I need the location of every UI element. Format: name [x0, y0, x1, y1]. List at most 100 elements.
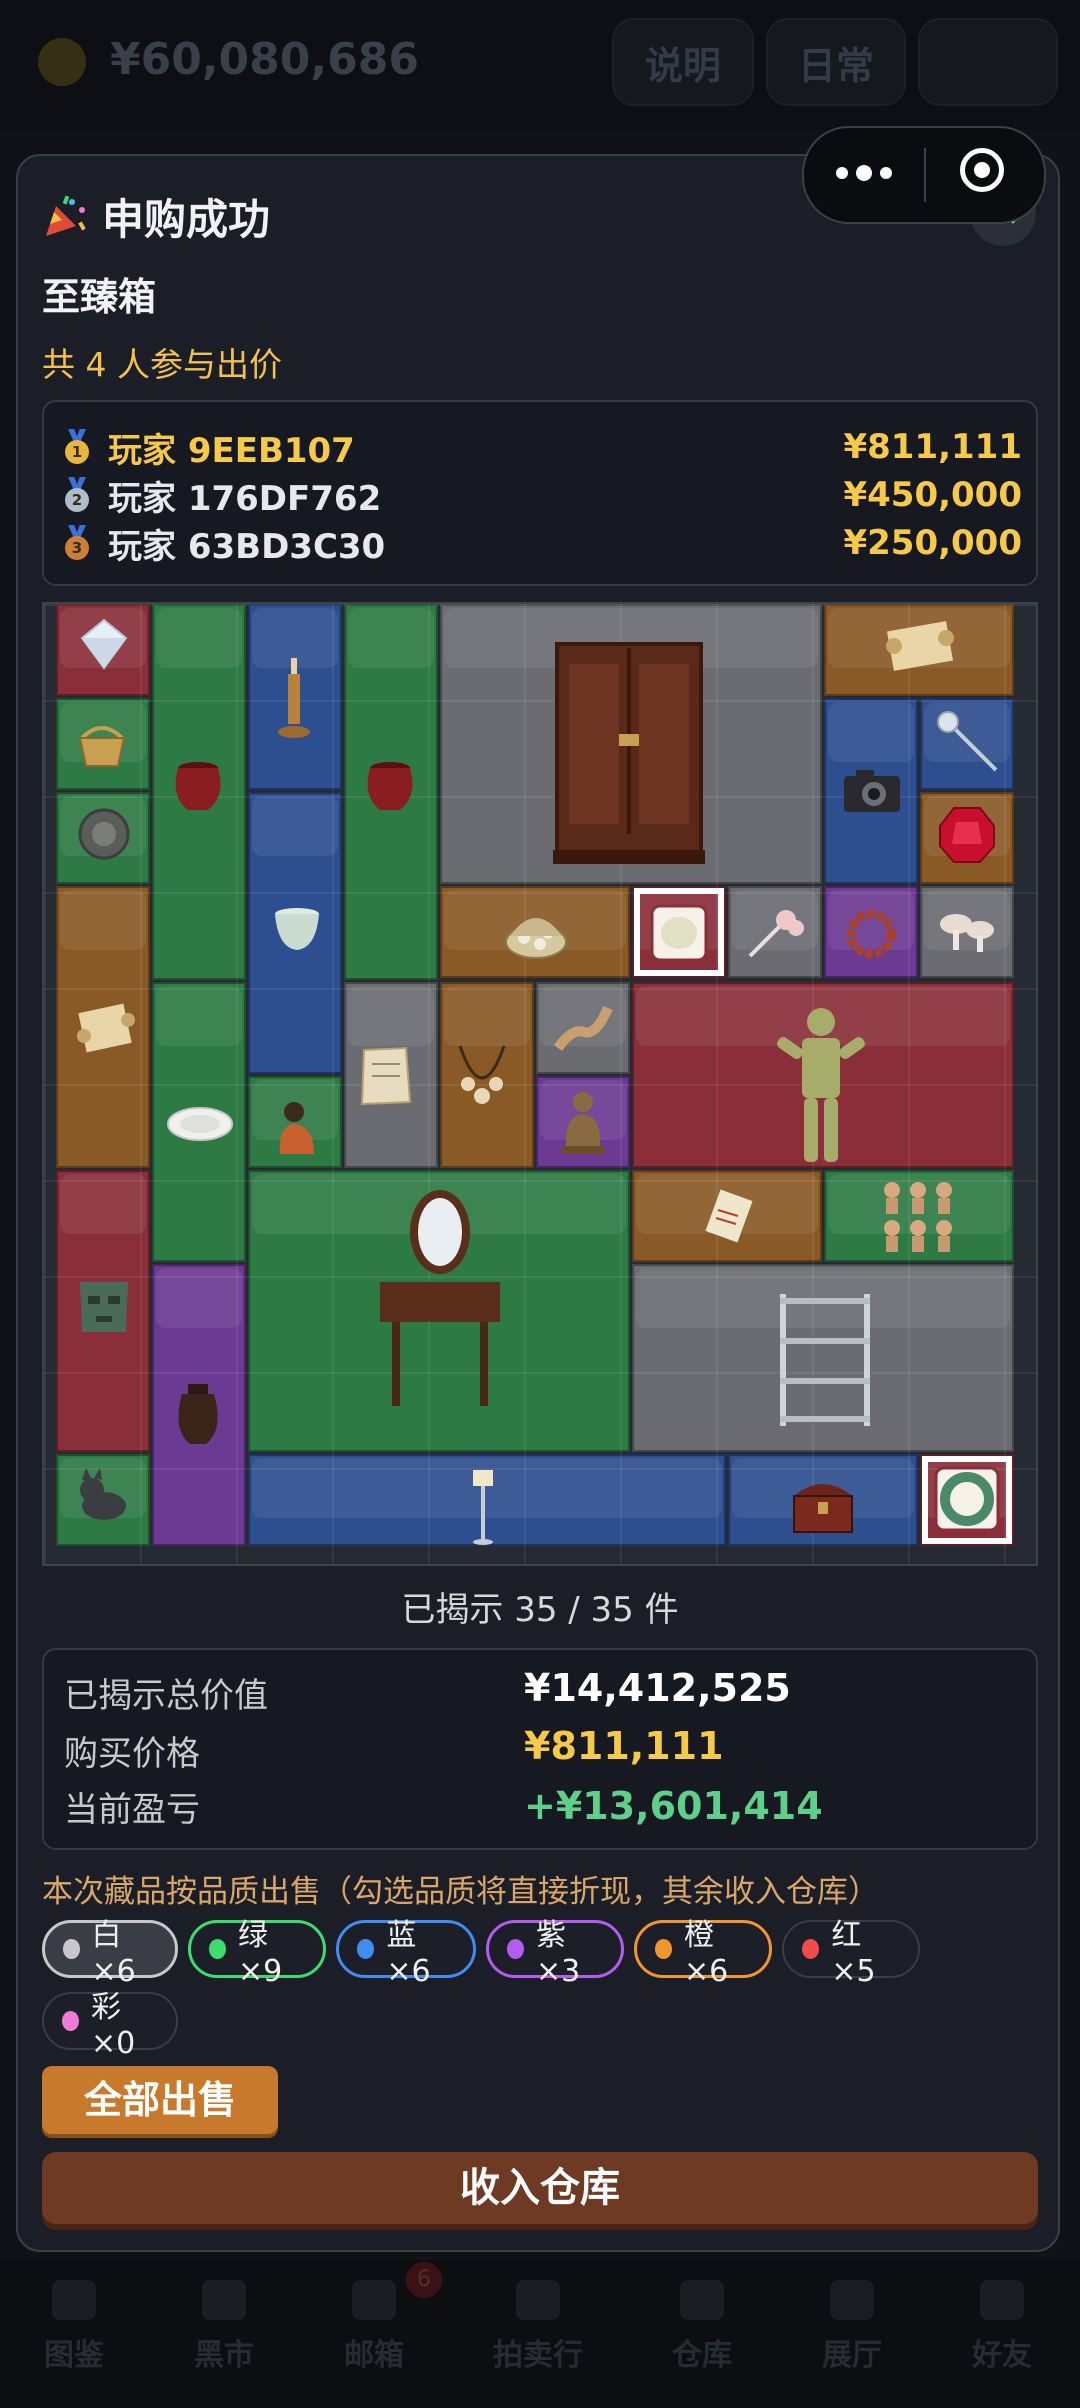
box-name: 至臻箱 [42, 275, 157, 319]
dialog-header: 申购成功 [42, 186, 270, 246]
quality-chip[interactable]: 橙×6 [634, 1918, 772, 1989]
nav-warehouse: 仓库 [632, 2280, 772, 2374]
party-popper-icon [42, 192, 90, 240]
total-value: ¥14,412,525 [524, 1666, 791, 1710]
nav-label: 展厅 [822, 2338, 882, 2373]
bid-amount: ¥250,000 [843, 523, 1022, 563]
white-plate-icon [167, 1107, 233, 1141]
bottom-nav: 图鉴 黑市 邮箱 拍卖行 仓库 展厅 好友 [0, 2260, 1080, 2408]
capsule-divider [924, 148, 926, 202]
bidder-name: 玩家 176DF762 [108, 478, 382, 519]
scroll-icon [77, 1003, 135, 1053]
red-clay-jar-icon [367, 762, 413, 810]
sell-instruction: 本次藏品按品质出售（勾选品质将直接折现，其余收入仓库） [42, 1874, 879, 1910]
quality-chip-label: 橙×6 [683, 1917, 729, 1989]
help-button: 说明 [612, 18, 754, 106]
bid-ranking: 1 玩家 9EEB107 ¥811,111 2 玩家 176DF762 ¥450… [42, 400, 1038, 586]
jade-burial-suit-icon [777, 1008, 865, 1162]
quality-dot-icon [655, 1939, 672, 1959]
friends-icon [980, 2280, 1024, 2320]
profit-loss-label: 当前盈亏 [64, 1790, 200, 1830]
quality-chip[interactable]: 绿×9 [188, 1918, 326, 1989]
document-scroll-icon [705, 1189, 753, 1243]
rope-knot-icon [553, 1005, 613, 1051]
quality-dot-icon [507, 1939, 524, 1959]
daily-button: 日常 [766, 18, 906, 106]
value-summary: 已揭示总价值 ¥14,412,525 购买价格 ¥811,111 当前盈亏 +¥… [42, 1648, 1038, 1850]
quality-dot-icon [357, 1939, 375, 1959]
quality-chip[interactable]: 红×5 [782, 1918, 920, 1989]
balance-text: ¥60,080,686 [110, 34, 419, 85]
jade-pendant-icon [650, 904, 708, 962]
candlestick-icon [278, 658, 310, 738]
bid-row: 2 玩家 176DF762 ¥450,000 [62, 470, 1022, 520]
quality-dot-icon [63, 1939, 80, 1959]
more-icon[interactable] [834, 163, 898, 183]
exit-icon[interactable] [960, 148, 1004, 192]
quality-chip[interactable]: 彩×0 [42, 1990, 178, 2061]
quality-chip[interactable]: 紫×3 [486, 1918, 624, 1989]
quality-chip[interactable]: 蓝×6 [336, 1918, 476, 1989]
book-icon [52, 2280, 96, 2320]
purchase-price: ¥811,111 [524, 1724, 724, 1768]
nav-auction: 拍卖行 [468, 2280, 608, 2374]
bid-amount: ¥811,111 [843, 427, 1022, 467]
nav-friends: 好友 [932, 2280, 1072, 2374]
gold-medal-icon: 1 [62, 429, 92, 465]
nav-label: 拍卖行 [493, 2338, 583, 2373]
quality-chip[interactable]: 白×6 [42, 1918, 178, 1989]
bronze-mask-icon [80, 1282, 128, 1332]
nav-gallery: 展厅 [782, 2280, 922, 2374]
quality-chip-label: 彩×0 [90, 1989, 136, 2061]
diamond-icon [80, 618, 128, 670]
quality-dot-icon [802, 1939, 820, 1959]
floor-lamp-icon [473, 1470, 493, 1545]
hairpin-icon [748, 910, 804, 958]
wooden-wardrobe-icon [553, 642, 705, 864]
store-to-warehouse-button[interactable]: 收入仓库 [42, 2152, 1038, 2224]
bidder-name: 玩家 63BD3C30 [108, 526, 386, 567]
buddha-statue-icon [562, 1092, 604, 1154]
nav-label: 图鉴 [44, 2338, 104, 2373]
bead-bracelet-icon [846, 909, 896, 959]
sell-all-button[interactable]: 全部出售 [42, 2066, 278, 2134]
stone-dog-icon [80, 1468, 126, 1520]
bronze-mirror-icon [78, 808, 130, 860]
bid-amount: ¥450,000 [843, 475, 1022, 515]
wicker-basket-icon [78, 726, 126, 767]
dark-urn-icon [178, 1384, 218, 1444]
building-icon [516, 2280, 560, 2320]
quality-chip-label: 蓝×6 [386, 1917, 431, 1989]
miniprogram-capsule[interactable] [802, 126, 1046, 224]
nav-label: 仓库 [672, 2338, 732, 2373]
mail-badge: 6 [406, 2262, 442, 2298]
nav-label: 好友 [972, 2338, 1032, 2373]
dialog-title: 申购成功 [102, 194, 271, 244]
profit-loss: +¥13,601,414 [524, 1784, 823, 1828]
bid-row: 1 玩家 9EEB107 ¥811,111 [62, 422, 1022, 472]
camera-icon [844, 770, 900, 812]
celadon-bowl-icon [275, 908, 319, 950]
quality-chip-label: 绿×9 [237, 1917, 283, 1989]
red-clay-jar-icon [175, 762, 221, 810]
box-icon [680, 2280, 724, 2320]
picture-icon [830, 2280, 874, 2320]
jade-disc-icon [934, 1466, 1000, 1532]
revealed-count: 已揭示 35 / 35 件 [401, 1590, 679, 1630]
nav-catalog: 图鉴 [4, 2280, 144, 2374]
total-value-label: 已揭示总价值 [64, 1676, 268, 1716]
mail-icon [352, 2280, 396, 2320]
bid-row: 3 玩家 63BD3C30 ¥250,000 [62, 518, 1022, 568]
participant-count: 共 4 人参与出价 [42, 345, 282, 384]
settings-button [918, 18, 1058, 106]
background-header: ¥60,080,686 说明 日常 [0, 0, 1080, 130]
nav-label: 黑市 [194, 2338, 254, 2373]
vanity-table-icon [380, 1190, 500, 1406]
money-bag-icon [38, 38, 86, 86]
old-paper-icon [360, 1046, 412, 1106]
scale-icon [202, 2280, 246, 2320]
jewel-box-icon [505, 918, 567, 959]
treasure-chest-icon [793, 1484, 853, 1533]
terracotta-figures-icon [884, 1182, 952, 1252]
mushrooms-icon [940, 914, 994, 952]
